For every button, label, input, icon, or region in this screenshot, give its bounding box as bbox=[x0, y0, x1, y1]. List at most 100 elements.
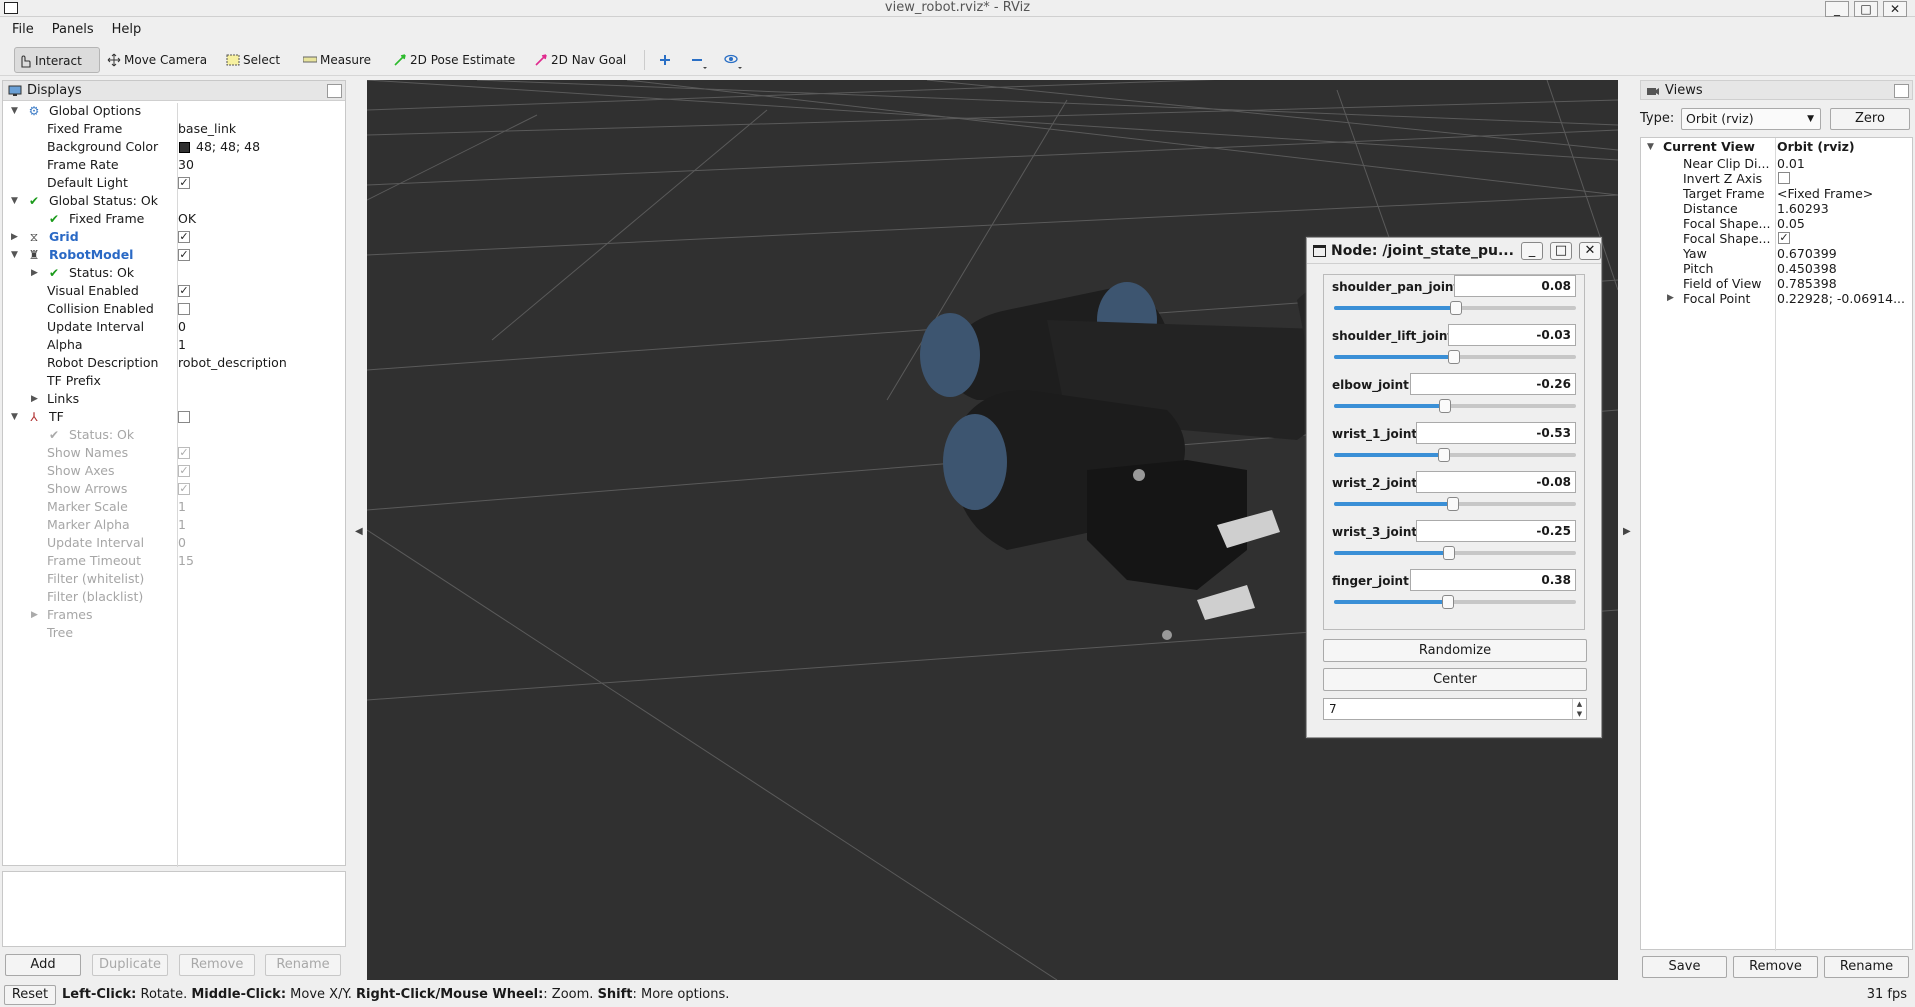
add-tool-icon[interactable] bbox=[658, 53, 672, 67]
save-view-button[interactable]: Save bbox=[1642, 956, 1727, 978]
tree-row-rm-status[interactable]: ▶ ✔ Status: Ok bbox=[3, 264, 345, 282]
collapse-arrow-icon[interactable]: ▶ bbox=[31, 264, 38, 282]
view-prop-row[interactable]: ▶ Focal Point 0.22928; -0.06914... bbox=[1641, 291, 1912, 306]
visual-enabled-checkbox[interactable]: ✓ bbox=[178, 285, 190, 297]
tree-row-background-color[interactable]: Background Color 48; 48; 48 bbox=[3, 138, 345, 156]
slider-handle[interactable] bbox=[1441, 595, 1454, 609]
tf-update-interval-value[interactable]: 0 bbox=[178, 534, 186, 552]
joint-value-field[interactable]: 0.38 bbox=[1410, 569, 1576, 591]
expand-arrow-icon[interactable]: ▼ bbox=[11, 246, 18, 264]
joint-slider[interactable] bbox=[1334, 301, 1576, 315]
slider-handle[interactable] bbox=[1439, 399, 1452, 413]
remove-tool-icon[interactable] bbox=[690, 53, 708, 71]
invert-z-checkbox[interactable] bbox=[1778, 172, 1790, 184]
slider-handle[interactable] bbox=[1442, 546, 1455, 560]
maximize-button[interactable]: □ bbox=[1854, 1, 1878, 17]
tree-row-update-interval[interactable]: Update Interval 0 bbox=[3, 318, 345, 336]
background-color-value[interactable]: 48; 48; 48 bbox=[196, 138, 260, 156]
default-light-checkbox[interactable]: ✓ bbox=[178, 177, 190, 189]
close-button[interactable]: ✕ bbox=[1883, 1, 1907, 17]
view-prop-value[interactable]: 0.22928; -0.06914... bbox=[1777, 291, 1905, 306]
duplicate-display-button[interactable]: Duplicate bbox=[92, 954, 168, 976]
view-prop-row[interactable]: Distance 1.60293 bbox=[1641, 201, 1912, 216]
reset-button[interactable]: Reset bbox=[4, 985, 56, 1005]
interact-tool[interactable]: Interact bbox=[14, 47, 100, 73]
tree-row-fixed-frame[interactable]: Fixed Frame base_link bbox=[3, 120, 345, 138]
tree-row-tf-update-interval[interactable]: Update Interval 0 bbox=[3, 534, 345, 552]
marker-scale-value[interactable]: 1 bbox=[178, 498, 186, 516]
rename-view-button[interactable]: Rename bbox=[1824, 956, 1909, 978]
zero-button[interactable]: Zero bbox=[1830, 108, 1910, 130]
update-interval-value[interactable]: 0 bbox=[178, 318, 186, 336]
rename-display-button[interactable]: Rename bbox=[265, 954, 341, 976]
tree-row-filter-blacklist[interactable]: Filter (blacklist) bbox=[3, 588, 345, 606]
tree-row-collision-enabled[interactable]: Collision Enabled bbox=[3, 300, 345, 318]
view-prop-value[interactable]: 0.01 bbox=[1777, 156, 1805, 171]
tree-row-marker-alpha[interactable]: Marker Alpha 1 bbox=[3, 516, 345, 534]
focal-shape-checkbox[interactable]: ✓ bbox=[1778, 232, 1790, 244]
expand-arrow-icon[interactable]: ▼ bbox=[11, 102, 18, 120]
tree-row-robot-description[interactable]: Robot Description robot_description bbox=[3, 354, 345, 372]
menu-panels[interactable]: Panels bbox=[45, 18, 101, 39]
grid-checkbox[interactable]: ✓ bbox=[178, 231, 190, 243]
view-prop-value[interactable]: 0.785398 bbox=[1777, 276, 1837, 291]
collision-enabled-checkbox[interactable] bbox=[178, 303, 190, 315]
color-swatch[interactable] bbox=[179, 142, 190, 153]
nav-goal-tool[interactable]: 2D Nav Goal bbox=[531, 47, 632, 73]
collapse-arrow-icon[interactable]: ▶ bbox=[31, 606, 38, 624]
pose-estimate-tool[interactable]: 2D Pose Estimate bbox=[390, 47, 521, 73]
robot-model-checkbox[interactable]: ✓ bbox=[178, 249, 190, 261]
joint-slider[interactable] bbox=[1334, 595, 1576, 609]
view-prop-value[interactable]: 0.670399 bbox=[1777, 246, 1837, 261]
tree-row-default-light[interactable]: Default Light ✓ bbox=[3, 174, 345, 192]
joint-value-field[interactable]: -0.26 bbox=[1410, 373, 1576, 395]
view-prop-row[interactable]: Yaw 0.670399 bbox=[1641, 246, 1912, 261]
view-prop-value[interactable]: 0.05 bbox=[1777, 216, 1805, 231]
view-prop-row[interactable]: Invert Z Axis bbox=[1641, 171, 1912, 186]
view-type-dropdown[interactable]: Orbit (rviz) ▼ bbox=[1681, 108, 1821, 130]
jsp-close-button[interactable]: ✕ bbox=[1579, 242, 1601, 260]
view-prop-value[interactable]: 0.450398 bbox=[1777, 261, 1837, 276]
fixed-frame-value[interactable]: base_link bbox=[178, 120, 236, 138]
tree-row-filter-whitelist[interactable]: Filter (whitelist) bbox=[3, 570, 345, 588]
remove-display-button[interactable]: Remove bbox=[179, 954, 255, 976]
joint-value-field[interactable]: -0.53 bbox=[1416, 422, 1576, 444]
tree-row-robot-model[interactable]: ▼ ♜ RobotModel ✓ bbox=[3, 246, 345, 264]
show-names-checkbox[interactable]: ✓ bbox=[178, 447, 190, 459]
view-prop-value[interactable]: <Fixed Frame> bbox=[1777, 186, 1873, 201]
show-arrows-checkbox[interactable]: ✓ bbox=[178, 483, 190, 495]
tree-row-frame-timeout[interactable]: Frame Timeout 15 bbox=[3, 552, 345, 570]
tree-row-tree[interactable]: Tree bbox=[3, 624, 345, 642]
view-prop-row[interactable]: Near Clip Di... 0.01 bbox=[1641, 156, 1912, 171]
tree-row-marker-scale[interactable]: Marker Scale 1 bbox=[3, 498, 345, 516]
center-button[interactable]: Center bbox=[1323, 668, 1587, 691]
joint-value-field[interactable]: -0.25 bbox=[1416, 520, 1576, 542]
view-prop-row[interactable]: Target Frame <Fixed Frame> bbox=[1641, 186, 1912, 201]
tree-row-current-view[interactable]: ▼ Current View Orbit (rviz) bbox=[1641, 138, 1912, 156]
spin-arrows-icon[interactable]: ▲ ▼ bbox=[1572, 699, 1586, 719]
robot-description-value[interactable]: robot_description bbox=[178, 354, 287, 372]
randomize-button[interactable]: Randomize bbox=[1323, 639, 1587, 662]
jsp-minimize-button[interactable]: _ bbox=[1521, 242, 1543, 260]
tree-row-frames[interactable]: ▶ Frames bbox=[3, 606, 345, 624]
tree-row-grid[interactable]: ▶ ⧖ Grid ✓ bbox=[3, 228, 345, 246]
slider-handle[interactable] bbox=[1450, 301, 1463, 315]
view-prop-row[interactable]: Focal Shape... ✓ bbox=[1641, 231, 1912, 246]
slider-handle[interactable] bbox=[1438, 448, 1451, 462]
view-prop-row[interactable]: Pitch 0.450398 bbox=[1641, 261, 1912, 276]
tree-row-links[interactable]: ▶ Links bbox=[3, 390, 345, 408]
add-display-button[interactable]: Add bbox=[5, 954, 81, 976]
frame-timeout-value[interactable]: 15 bbox=[178, 552, 194, 570]
remove-view-button[interactable]: Remove bbox=[1733, 956, 1818, 978]
joint-slider[interactable] bbox=[1334, 497, 1576, 511]
tree-row-tf-status[interactable]: ✔ Status: Ok bbox=[3, 426, 345, 444]
tree-row-show-axes[interactable]: Show Axes ✓ bbox=[3, 462, 345, 480]
move-camera-tool[interactable]: Move Camera bbox=[104, 47, 213, 73]
collapse-left-panel-icon[interactable]: ◀ bbox=[355, 526, 363, 537]
tree-row-tf[interactable]: ▼ ⅄ TF bbox=[3, 408, 345, 426]
joint-slider[interactable] bbox=[1334, 546, 1576, 560]
tf-checkbox[interactable] bbox=[178, 411, 190, 423]
joint-value-field[interactable]: -0.08 bbox=[1416, 471, 1576, 493]
collapse-arrow-icon[interactable]: ▶ bbox=[31, 390, 38, 408]
marker-alpha-value[interactable]: 1 bbox=[178, 516, 186, 534]
